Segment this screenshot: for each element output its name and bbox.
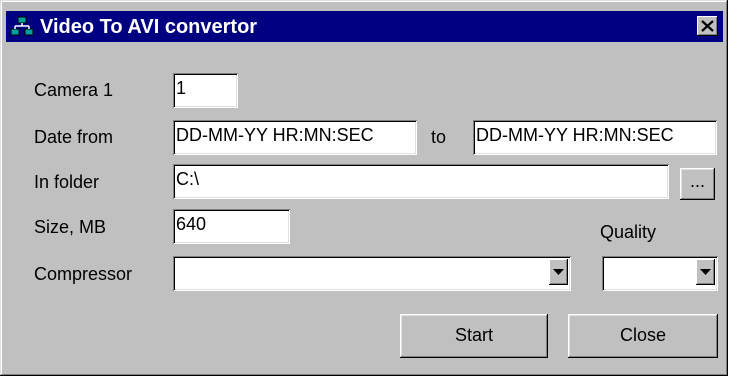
close-button-label: Close [619,325,667,345]
title-bar[interactable]: Video To AVI convertor [6,11,723,42]
browse-button-label: ... [689,171,705,191]
quality-label: Quality [600,222,657,242]
chevron-down-icon [700,269,711,275]
converter-dialog: Video To AVI convertor Camera 1 1 Date f… [0,0,728,376]
camera-network-icon [10,16,34,38]
size-input[interactable]: 640 [173,209,290,244]
close-button[interactable]: Close [568,314,718,358]
folder-label: In folder [34,172,100,192]
close-window-button[interactable] [697,16,718,36]
folder-input[interactable]: C:\ [173,164,669,199]
start-button[interactable]: Start [400,314,548,358]
chevron-down-icon [553,269,564,275]
compressor-select[interactable] [173,256,571,291]
to-label: to [431,127,447,147]
window-title: Video To AVI convertor [40,16,258,38]
quality-select[interactable] [602,256,718,291]
close-icon [701,20,714,32]
camera-input[interactable]: 1 [173,73,238,108]
start-button-label: Start [454,325,493,345]
size-label: Size, MB [34,217,107,237]
date-from-input[interactable]: DD-MM-YY HR:MN:SEC [173,120,417,155]
date-from-label: Date from [34,127,114,147]
compressor-dropdown-button[interactable] [549,259,568,285]
browse-folder-button[interactable]: ... [680,168,715,200]
compressor-label: Compressor [34,264,133,284]
camera-label: Camera 1 [34,80,114,100]
date-to-input[interactable]: DD-MM-YY HR:MN:SEC [473,120,717,155]
quality-dropdown-button[interactable] [696,259,715,285]
